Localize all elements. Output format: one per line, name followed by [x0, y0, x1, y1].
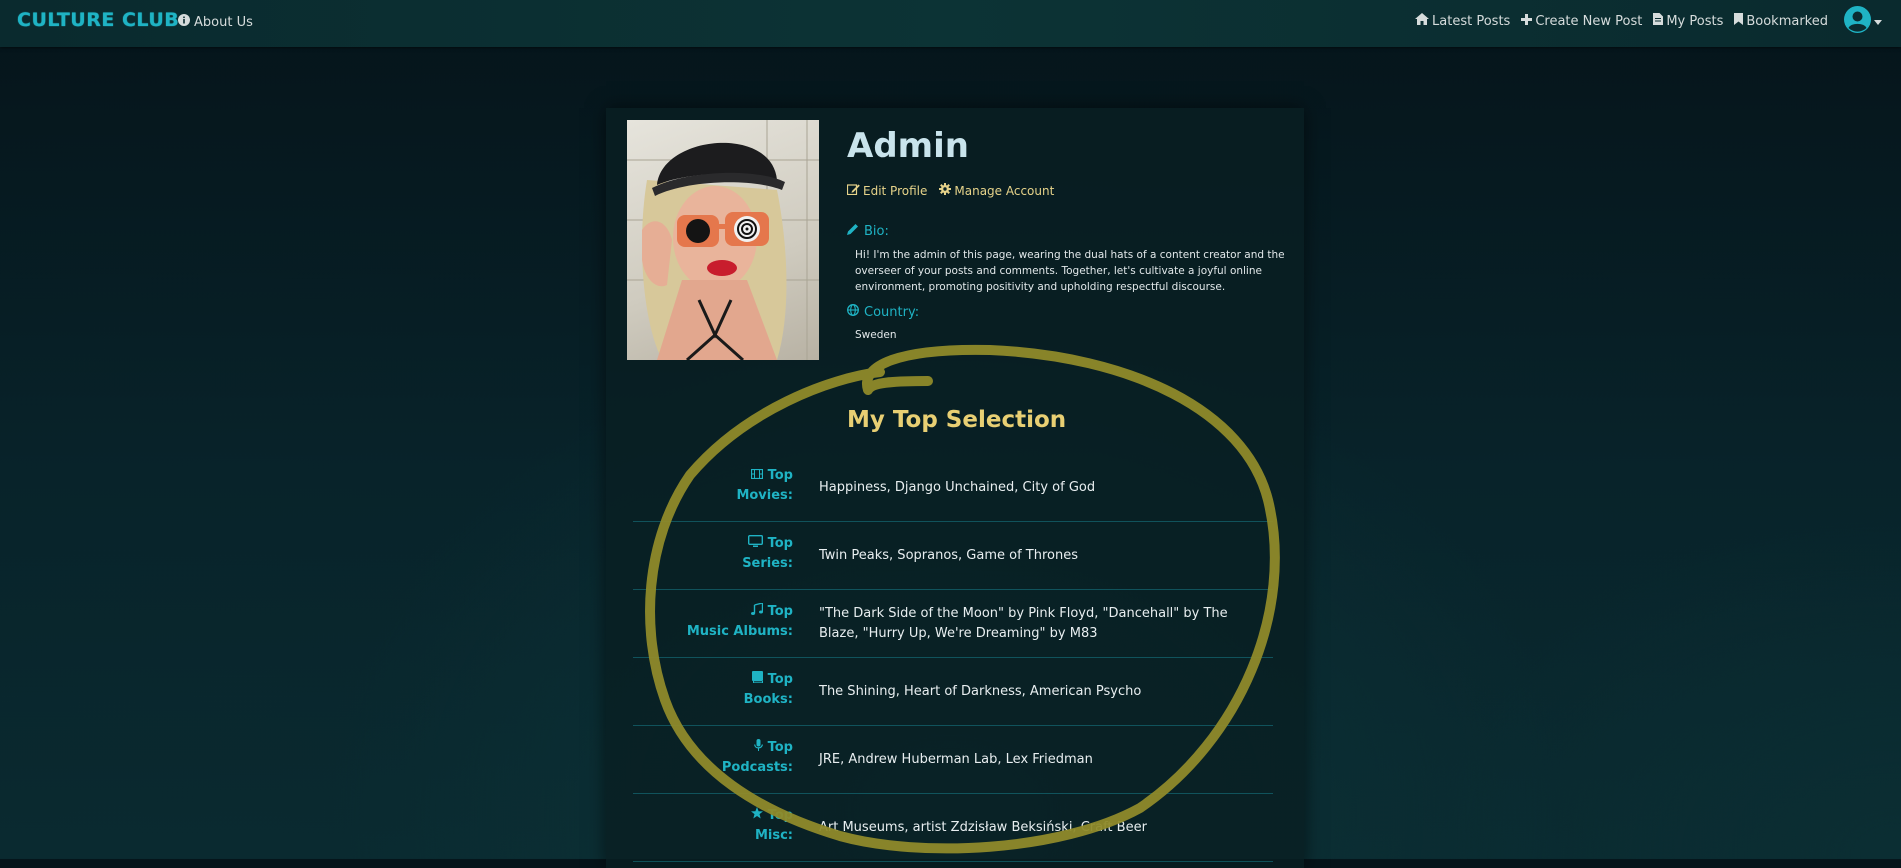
country-value: Sweden	[855, 329, 897, 341]
info-icon	[178, 14, 190, 30]
document-icon	[1653, 13, 1664, 29]
top-series-label: Top Series:	[633, 534, 793, 574]
top-series-label-1: Top	[767, 536, 793, 551]
nav-latest-posts-label: Latest Posts	[1432, 13, 1511, 29]
user-circle-icon	[1844, 5, 1871, 37]
brand-logo[interactable]: CULTURE CLUB	[17, 9, 179, 31]
edit-icon	[846, 183, 860, 198]
about-us-link[interactable]: About Us	[178, 14, 253, 30]
bio-label: Bio:	[864, 223, 889, 239]
top-movies-label: Top Movies:	[633, 466, 793, 506]
top-movies-row: Top Movies: Happiness, Django Unchained,…	[633, 454, 1273, 522]
top-music-label: Top Music Albums:	[633, 602, 793, 642]
tv-icon	[748, 534, 764, 554]
manage-account-label: Manage Account	[954, 183, 1055, 198]
top-music-row: Top Music Albums: "The Dark Side of the …	[633, 590, 1273, 658]
nav-latest-posts[interactable]: Latest Posts	[1415, 13, 1510, 29]
top-misc-label-1: Top	[767, 808, 793, 823]
top-misc-value: Art Museums, artist Zdzisław Beksiński, …	[819, 819, 1147, 835]
edit-profile-label: Edit Profile	[863, 183, 928, 198]
top-books-label-2: Books:	[743, 692, 793, 707]
bookmark-icon	[1734, 13, 1744, 29]
top-music-label-1: Top	[767, 604, 793, 619]
plus-icon	[1521, 13, 1533, 29]
top-series-value: Twin Peaks, Sopranos, Game of Thrones	[819, 547, 1079, 563]
profile-actions: Edit Profile Manage Account	[846, 183, 1054, 198]
film-icon	[750, 466, 764, 486]
manage-account-link[interactable]: Manage Account	[939, 183, 1054, 198]
gear-icon	[939, 183, 952, 198]
bio-text: Hi! I'm the admin of this page, wearing …	[855, 249, 1285, 293]
about-us-label: About Us	[194, 14, 253, 30]
top-misc-label: Top Misc:	[633, 806, 793, 846]
top-selection-list: Top Movies: Happiness, Django Unchained,…	[633, 454, 1273, 862]
globe-icon	[847, 304, 859, 320]
nav-my-posts[interactable]: My Posts	[1653, 13, 1723, 29]
top-navbar: CULTURE CLUB About Us Latest Posts Creat…	[0, 0, 1901, 47]
top-music-label-2: Music Albums:	[686, 624, 793, 639]
music-icon	[751, 602, 764, 622]
nav-create-post[interactable]: Create New Post	[1521, 13, 1643, 29]
nav-bookmarked-label: Bookmarked	[1746, 13, 1828, 29]
top-series-label-2: Series:	[742, 556, 793, 571]
top-movies-label-2: Movies:	[736, 488, 793, 503]
top-misc-label-2: Misc:	[754, 828, 793, 843]
profile-card: Admin Edit Profile Manage Account Bio: H…	[606, 108, 1304, 868]
nav-right-menu: Latest Posts Create New Post My Posts Bo…	[1415, 0, 1882, 42]
profile-name: Admin	[847, 126, 969, 166]
top-books-value: The Shining, Heart of Darkness, American…	[819, 683, 1142, 699]
bio-heading: Bio:	[847, 223, 889, 239]
nav-my-posts-label: My Posts	[1666, 13, 1724, 29]
caret-down-icon	[1874, 14, 1882, 29]
nav-bookmarked[interactable]: Bookmarked	[1734, 13, 1828, 29]
star-icon	[751, 806, 764, 826]
top-selection-title: My Top Selection	[847, 407, 1067, 433]
top-podcasts-label-2: Podcasts:	[721, 760, 793, 775]
edit-profile-link[interactable]: Edit Profile	[846, 183, 928, 198]
country-heading: Country:	[847, 304, 919, 320]
top-podcasts-label-1: Top	[767, 740, 793, 755]
top-movies-label-1: Top	[767, 468, 793, 483]
microphone-icon	[754, 738, 763, 758]
book-icon	[752, 670, 764, 690]
top-series-row: Top Series: Twin Peaks, Sopranos, Game o…	[633, 522, 1273, 590]
top-movies-value: Happiness, Django Unchained, City of God	[819, 479, 1096, 495]
top-misc-row: Top Misc: Art Museums, artist Zdzisław B…	[633, 794, 1273, 862]
profile-photo	[627, 120, 819, 360]
top-books-label-1: Top	[767, 672, 793, 687]
pencil-icon	[847, 223, 859, 239]
user-menu-button[interactable]	[1844, 5, 1882, 37]
top-books-label: Top Books:	[633, 670, 793, 710]
top-podcasts-label: Top Podcasts:	[633, 738, 793, 778]
nav-create-post-label: Create New Post	[1535, 13, 1643, 29]
country-label: Country:	[864, 304, 920, 320]
top-podcasts-value: JRE, Andrew Huberman Lab, Lex Friedman	[819, 751, 1093, 767]
home-icon	[1415, 13, 1430, 29]
top-music-value: "The Dark Side of the Moon" by Pink Floy…	[819, 605, 1228, 641]
top-books-row: Top Books: The Shining, Heart of Darknes…	[633, 658, 1273, 726]
top-podcasts-row: Top Podcasts: JRE, Andrew Huberman Lab, …	[633, 726, 1273, 794]
